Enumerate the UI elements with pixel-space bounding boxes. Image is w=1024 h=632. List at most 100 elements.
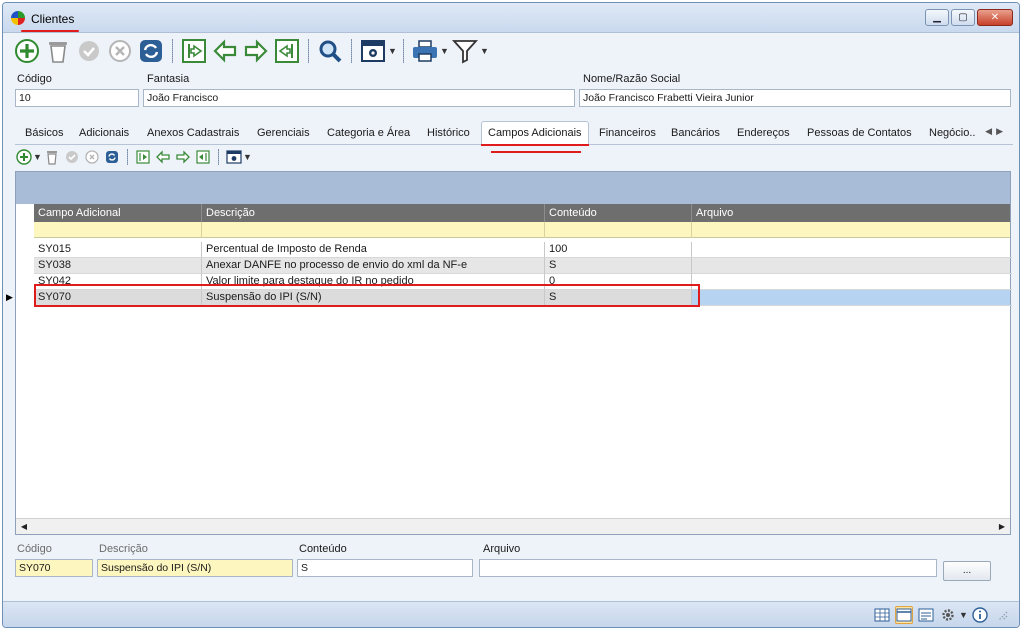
- gear-icon[interactable]: [939, 606, 957, 624]
- confirm-icon[interactable]: [75, 37, 103, 65]
- grid-view-icon[interactable]: [873, 606, 891, 624]
- detail-panel: Código SY070 Descrição Suspensão do IPI …: [15, 541, 1013, 585]
- toolbar-separator: [172, 39, 173, 63]
- title-annotation-underline: [21, 30, 79, 32]
- grid-header: Campo Adicional Descrição Conteúdo Arqui…: [34, 204, 1010, 222]
- grid-filter-row[interactable]: [34, 222, 1010, 238]
- column-header-conteudo[interactable]: Conteúdo: [545, 204, 692, 222]
- tab-bancarios[interactable]: Bancários: [671, 127, 720, 139]
- scroll-right-arrow-icon[interactable]: ▶: [994, 519, 1010, 534]
- detail-codigo-field[interactable]: SY070: [15, 559, 93, 577]
- tab-historico[interactable]: Histórico: [427, 127, 470, 139]
- settings-dropdown-caret[interactable]: ▼: [388, 46, 397, 56]
- column-header-descricao[interactable]: Descrição: [202, 204, 545, 222]
- add-dropdown-caret[interactable]: ▼: [33, 152, 42, 162]
- tab-campos-adicionais[interactable]: Campos Adicionais: [481, 121, 589, 145]
- scroll-left-arrow-icon[interactable]: ◀: [16, 519, 32, 534]
- razao-social-field[interactable]: João Francisco Frabetti Vieira Junior: [579, 89, 1011, 107]
- codigo-label: Código: [17, 73, 52, 85]
- tab-pessoas-contatos[interactable]: Pessoas de Contatos: [807, 127, 912, 139]
- cancel-icon[interactable]: [83, 148, 101, 166]
- horizontal-scrollbar[interactable]: ◀ ▶: [16, 518, 1010, 534]
- campos-adicionais-grid: Campo Adicional Descrição Conteúdo Arqui…: [15, 171, 1012, 535]
- tab-anexos-cadastrais[interactable]: Anexos Cadastrais: [147, 127, 239, 139]
- close-button[interactable]: ✕: [977, 9, 1013, 26]
- tab-basicos[interactable]: Básicos: [25, 127, 64, 139]
- filter-dropdown-caret[interactable]: ▼: [480, 46, 489, 56]
- search-icon[interactable]: [316, 37, 344, 65]
- filter-icon[interactable]: [451, 37, 479, 65]
- print-icon[interactable]: [411, 37, 439, 65]
- info-icon[interactable]: [971, 606, 989, 624]
- cancel-icon[interactable]: [106, 37, 134, 65]
- tab-adicionais[interactable]: Adicionais: [79, 127, 129, 139]
- confirm-icon[interactable]: [63, 148, 81, 166]
- tab-financeiros[interactable]: Financeiros: [599, 127, 656, 139]
- tab-negocio[interactable]: Negócio..: [929, 127, 975, 139]
- cell-arquivo: [692, 258, 1012, 274]
- add-icon[interactable]: [15, 148, 33, 166]
- toolbar-separator: [218, 149, 219, 165]
- card-view-icon[interactable]: [917, 606, 935, 624]
- settings-icon[interactable]: [359, 37, 387, 65]
- previous-record-icon[interactable]: [154, 148, 172, 166]
- tab-scroll-arrows[interactable]: ◀▶: [985, 126, 1007, 137]
- cell-descricao: Percentual de Imposto de Renda: [202, 242, 545, 258]
- next-record-icon[interactable]: [174, 148, 192, 166]
- first-record-icon[interactable]: [134, 148, 152, 166]
- clientes-window: Clientes ▁ ▢ ✕ ▼ ▼ ▼ Código 10 Fantasia …: [2, 2, 1020, 628]
- group-by-panel: [16, 172, 1010, 204]
- title-bar: Clientes ▁ ▢ ✕: [3, 3, 1019, 33]
- resize-grip-icon[interactable]: [993, 606, 1011, 624]
- razao-social-label: Nome/Razão Social: [583, 73, 681, 85]
- column-header-campo-adicional[interactable]: Campo Adicional: [34, 204, 202, 222]
- grid-toolbar: ▼ ▼: [15, 147, 252, 167]
- fantasia-label: Fantasia: [147, 73, 190, 85]
- browse-file-button[interactable]: ...: [943, 561, 991, 581]
- fantasia-field[interactable]: João Francisco: [143, 89, 575, 107]
- cell-conteudo: 100: [545, 242, 692, 258]
- maximize-button[interactable]: ▢: [951, 9, 975, 26]
- main-toolbar: ▼ ▼ ▼: [13, 36, 489, 66]
- app-logo-icon: [11, 11, 25, 25]
- delete-icon[interactable]: [44, 37, 72, 65]
- refresh-icon[interactable]: [137, 37, 165, 65]
- settings-icon[interactable]: [225, 148, 243, 166]
- delete-icon[interactable]: [43, 148, 61, 166]
- cell-arquivo: [692, 274, 1012, 290]
- window-title: Clientes: [31, 12, 75, 26]
- settings-dropdown-caret[interactable]: ▼: [243, 152, 252, 162]
- minimize-button[interactable]: ▁: [925, 9, 949, 26]
- cell-arquivo: [692, 290, 1012, 306]
- first-record-icon[interactable]: [180, 37, 208, 65]
- next-record-icon[interactable]: [242, 37, 270, 65]
- tab-strip: Básicos Adicionais Anexos Cadastrais Ger…: [15, 121, 1013, 145]
- table-row[interactable]: SY038 Anexar DANFE no processo de envio …: [34, 258, 1012, 274]
- previous-record-icon[interactable]: [211, 37, 239, 65]
- selected-row-annotation-box: [34, 284, 700, 307]
- codigo-field[interactable]: 10: [15, 89, 139, 107]
- add-icon[interactable]: [13, 37, 41, 65]
- client-header-fields: Código 10 Fantasia João Francisco Nome/R…: [15, 73, 1013, 111]
- detail-arquivo-field[interactable]: [479, 559, 937, 577]
- column-header-arquivo[interactable]: Arquivo: [692, 204, 1012, 222]
- filter-cell[interactable]: [34, 222, 202, 238]
- tab-categoria-area[interactable]: Categoria e Área: [327, 127, 410, 139]
- last-record-icon[interactable]: [273, 37, 301, 65]
- filter-cell[interactable]: [202, 222, 545, 238]
- last-record-icon[interactable]: [194, 148, 212, 166]
- table-row[interactable]: SY015 Percentual de Imposto de Renda 100: [34, 242, 1012, 258]
- print-dropdown-caret[interactable]: ▼: [440, 46, 449, 56]
- status-bar: ▼: [3, 601, 1019, 627]
- tab-gerenciais[interactable]: Gerenciais: [257, 127, 310, 139]
- current-row-indicator-icon: ▶: [6, 292, 13, 302]
- cell-campo: SY015: [34, 242, 202, 258]
- refresh-icon[interactable]: [103, 148, 121, 166]
- toolbar-separator: [351, 39, 352, 63]
- gear-dropdown-caret[interactable]: ▼: [959, 610, 968, 620]
- filter-cell[interactable]: [545, 222, 692, 238]
- tab-enderecos[interactable]: Endereços: [737, 127, 790, 139]
- detail-descricao-field[interactable]: Suspensão do IPI (S/N): [97, 559, 293, 577]
- form-view-icon[interactable]: [895, 606, 913, 624]
- detail-conteudo-field[interactable]: S: [297, 559, 473, 577]
